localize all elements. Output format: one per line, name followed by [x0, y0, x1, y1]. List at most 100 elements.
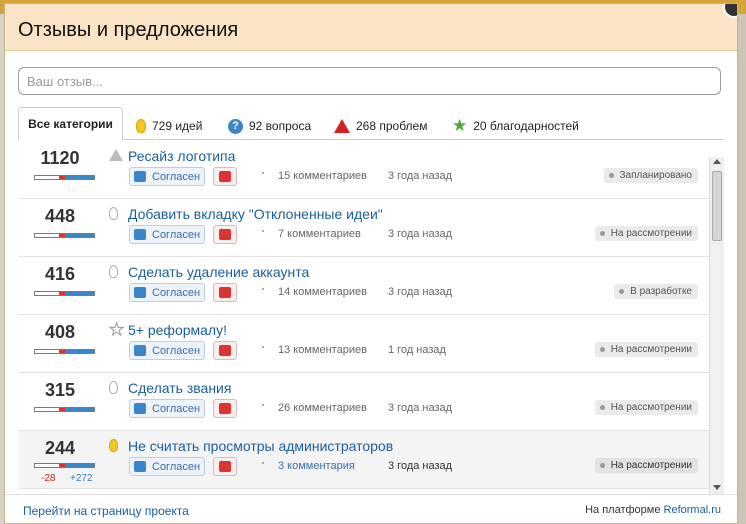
comments-count: 7 комментариев: [278, 228, 361, 240]
thumb-down-icon: [219, 171, 231, 182]
status-badge: На рассмотрении: [594, 400, 698, 415]
item-title-link[interactable]: Добавить вкладку "Отклоненные идеи": [128, 206, 383, 222]
status-label: На рассмотрении: [610, 460, 692, 471]
tab-label: 92 вопроса: [249, 119, 312, 133]
tab-questions[interactable]: ? 92 вопроса: [228, 112, 311, 140]
disagree-button[interactable]: [213, 399, 237, 418]
disagree-button[interactable]: [213, 167, 237, 186]
thumb-up-icon: [134, 345, 146, 356]
feedback-list: 1120 Ресайз логотипа Согласен 15 коммент…: [18, 141, 709, 494]
thumb-down-icon: [219, 403, 231, 414]
agree-label: Согласен: [152, 286, 201, 299]
agree-button[interactable]: Согласен: [129, 283, 205, 302]
agree-button[interactable]: Согласен: [129, 225, 205, 244]
category-tabs: Все категории 729 идей ? 92 вопроса 268 …: [18, 107, 724, 141]
status-badge: На рассмотрении: [594, 226, 698, 241]
agree-label: Согласен: [152, 344, 201, 357]
question-icon: ?: [228, 118, 243, 134]
list-item: 448 Добавить вкладку "Отклоненные идеи" …: [18, 199, 709, 257]
thumb-up-icon: [134, 171, 146, 182]
feedback-modal: Отзывы и предложения Все категории 729 и…: [4, 3, 738, 524]
star-icon: ★: [108, 320, 125, 339]
comments-count: 13 комментариев: [278, 344, 367, 356]
item-title-link[interactable]: Ресайз логотипа: [128, 148, 235, 164]
agree-button[interactable]: Согласен: [129, 341, 205, 360]
status-dot-icon: [608, 173, 614, 178]
list-scrollbar[interactable]: [709, 157, 724, 494]
bulb-icon: [109, 207, 118, 220]
warning-icon: [334, 119, 350, 133]
comments-link[interactable]: 3 комментария: [278, 460, 355, 472]
item-title-link[interactable]: Не считать просмотры администраторов: [128, 438, 393, 454]
project-page-link[interactable]: Перейти на страницу проекта: [23, 504, 189, 518]
disagree-button[interactable]: [213, 283, 237, 302]
agree-label: Согласен: [152, 402, 201, 415]
modal-footer: Перейти на страницу проекта На платформе…: [5, 494, 737, 523]
vote-score: 416: [44, 264, 76, 284]
tab-problems[interactable]: 268 проблем: [334, 112, 427, 140]
separator-dot: [262, 404, 264, 406]
positive-votes: +272: [70, 473, 93, 484]
vote-score: 315: [44, 380, 76, 400]
item-title-link[interactable]: Сделать удаление аккаунта: [128, 264, 309, 280]
disagree-button[interactable]: [213, 341, 237, 360]
vote-bar: [34, 175, 95, 180]
scroll-up-icon[interactable]: [713, 159, 721, 164]
search-wrap: [5, 51, 737, 95]
status-dot-icon: [599, 463, 605, 468]
item-date: 3 года назад: [388, 402, 453, 414]
thumb-down-icon: [219, 461, 231, 472]
scroll-thumb[interactable]: [712, 171, 722, 241]
item-title-link[interactable]: Сделать звания: [128, 380, 231, 396]
agree-label: Согласен: [152, 460, 201, 473]
list-item: 315 Сделать звания Согласен 26 комментар…: [18, 373, 709, 431]
list-item: 416 Сделать удаление аккаунта Согласен 1…: [18, 257, 709, 315]
platform-label: На платформе: [585, 504, 661, 516]
disagree-button[interactable]: [213, 225, 237, 244]
vote-score: 1120: [40, 148, 80, 168]
tab-thanks[interactable]: ★ 20 благодарностей: [452, 112, 579, 140]
comments-count: 14 комментариев: [278, 286, 367, 298]
status-label: На рассмотрении: [610, 402, 692, 413]
vote-bar: [34, 233, 95, 238]
item-date: 1 год назад: [388, 344, 446, 356]
list-item: 1120 Ресайз логотипа Согласен 15 коммент…: [18, 141, 709, 199]
tab-label: 729 идей: [152, 119, 203, 133]
separator-dot: [262, 172, 264, 174]
tab-ideas[interactable]: 729 идей: [136, 112, 202, 140]
status-dot-icon: [599, 405, 605, 410]
modal-header: Отзывы и предложения: [5, 4, 737, 51]
thumb-down-icon: [219, 345, 231, 356]
tab-label: 268 проблем: [356, 119, 428, 133]
feedback-input[interactable]: [18, 67, 721, 95]
disagree-button[interactable]: [213, 457, 237, 476]
vote-score: 244: [44, 438, 76, 458]
platform-link[interactable]: Reformal.ru: [664, 504, 721, 516]
status-dot-icon: [619, 289, 625, 294]
comments-count: 26 комментариев: [278, 402, 367, 414]
agree-button[interactable]: Согласен: [129, 167, 205, 186]
item-date: 3 года назад: [388, 286, 453, 298]
negative-votes: -28: [41, 473, 56, 484]
thumb-up-icon: [134, 403, 146, 414]
item-date: 3 года назад: [388, 460, 453, 472]
vote-bar: [34, 407, 95, 412]
tab-all-categories[interactable]: Все категории: [18, 107, 123, 141]
tab-label: Все категории: [28, 117, 113, 131]
thumb-down-icon: [219, 229, 231, 240]
star-icon: ★: [452, 116, 468, 135]
separator-dot: [262, 462, 264, 464]
thumb-down-icon: [219, 287, 231, 298]
thumb-up-icon: [134, 461, 146, 472]
agree-button[interactable]: Согласен: [129, 457, 205, 476]
separator-dot: [262, 230, 264, 232]
vote-score: 448: [44, 206, 76, 226]
item-title-link[interactable]: 5+ реформалу!: [128, 322, 227, 338]
scroll-down-icon[interactable]: [713, 485, 721, 490]
thumb-up-icon: [134, 229, 146, 240]
background-page-side: [738, 14, 746, 524]
status-badge: В разработке: [614, 284, 698, 299]
agree-button[interactable]: Согласен: [129, 399, 205, 418]
vote-score: 408: [44, 322, 76, 342]
status-badge: На рассмотрении: [594, 458, 698, 473]
